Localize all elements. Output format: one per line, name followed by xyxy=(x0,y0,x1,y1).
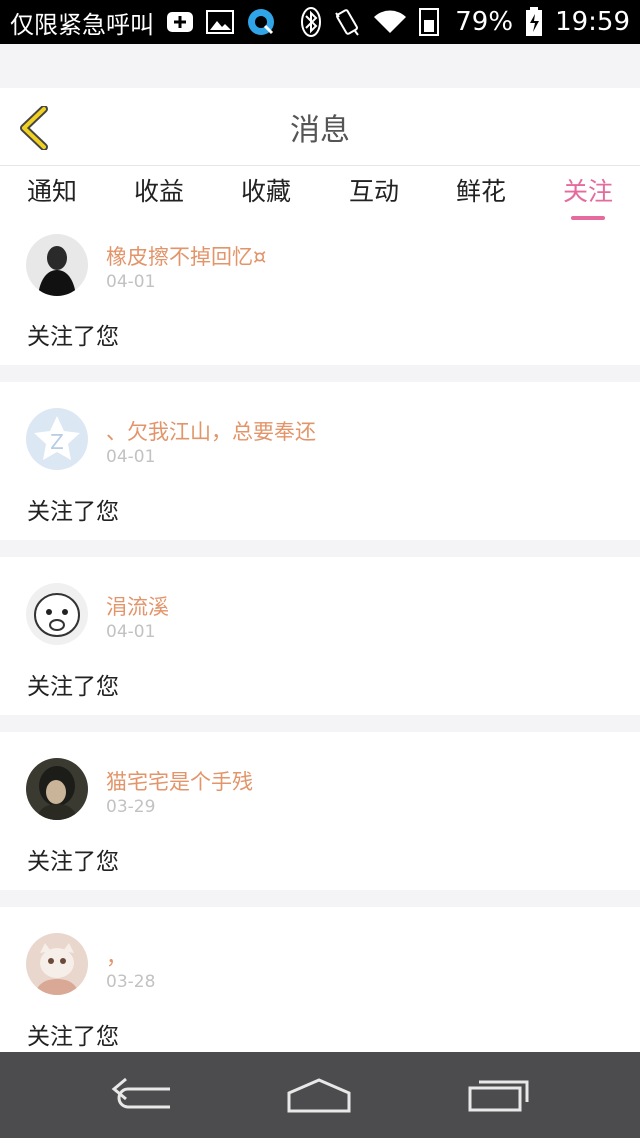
app-notification-icon xyxy=(246,7,276,37)
tab-label: 收藏 xyxy=(240,177,291,206)
message-text: 关注了您 xyxy=(27,499,119,525)
tab-notifications[interactable]: 通知 xyxy=(24,166,80,226)
battery-icon xyxy=(525,7,543,37)
list-item[interactable]: Z 、欠我江山，总要奉还 04-01 关注了您 xyxy=(0,382,640,540)
image-notification-icon xyxy=(206,10,234,34)
message-date: 04-01 xyxy=(106,622,156,642)
message-date: 03-28 xyxy=(106,972,156,992)
user-name[interactable]: ， xyxy=(106,941,127,971)
battery-percent: 79% xyxy=(455,7,514,37)
tab-favorites[interactable]: 收藏 xyxy=(238,166,294,226)
message-date: 04-01 xyxy=(106,447,156,467)
system-nav-bar xyxy=(0,1052,640,1138)
tab-label: 鲜花 xyxy=(455,177,506,206)
tab-interactions[interactable]: 互动 xyxy=(346,166,402,226)
back-icon xyxy=(111,1077,170,1109)
top-spacer xyxy=(0,44,640,88)
clock: 19:59 xyxy=(555,7,630,37)
user-name[interactable]: 猫宅宅是个手残 xyxy=(106,766,253,796)
tab-label: 收益 xyxy=(133,177,184,206)
home-icon xyxy=(287,1078,351,1113)
user-name[interactable]: 、欠我江山，总要奉还 xyxy=(106,416,316,446)
message-text: 关注了您 xyxy=(27,849,119,875)
tab-flowers[interactable]: 鲜花 xyxy=(453,166,509,226)
page-title: 消息 xyxy=(290,112,350,148)
user-name[interactable]: 涓流溪 xyxy=(106,591,169,621)
active-tab-indicator xyxy=(571,216,605,220)
nav-recents-button[interactable] xyxy=(464,1072,534,1118)
list-item[interactable]: 橡皮擦不掉回忆¤ 04-01 关注了您 xyxy=(0,226,640,365)
tab-label: 通知 xyxy=(26,177,77,206)
title-bar: 消息 xyxy=(0,88,640,166)
message-text: 关注了您 xyxy=(27,1024,119,1050)
message-text: 关注了您 xyxy=(27,324,119,350)
tab-label: 互动 xyxy=(348,177,399,206)
avatar[interactable] xyxy=(26,933,88,995)
message-date: 04-01 xyxy=(106,272,156,292)
recents-icon xyxy=(468,1080,529,1112)
avatar[interactable] xyxy=(26,583,88,645)
avatar[interactable] xyxy=(26,234,88,296)
svg-text:Z: Z xyxy=(50,430,64,454)
avatar[interactable]: Z xyxy=(26,408,88,470)
add-notification-icon xyxy=(166,11,194,33)
message-text: 关注了您 xyxy=(27,674,119,700)
wifi-icon xyxy=(373,9,407,35)
tab-follows[interactable]: 关注 xyxy=(560,166,616,226)
tab-earnings[interactable]: 收益 xyxy=(131,166,187,226)
user-name[interactable]: 橡皮擦不掉回忆¤ xyxy=(106,241,266,271)
chevron-left-icon xyxy=(20,106,48,150)
sim-icon xyxy=(419,8,443,36)
carrier-label: 仅限紧急呼叫 xyxy=(10,10,154,39)
vibrate-icon xyxy=(333,7,361,37)
tab-label: 关注 xyxy=(562,177,613,206)
list-item[interactable]: 涓流溪 04-01 关注了您 xyxy=(0,557,640,715)
tab-bar: 通知 收益 收藏 互动 鲜花 关注 xyxy=(0,166,640,226)
bluetooth-icon xyxy=(301,7,322,37)
back-button[interactable] xyxy=(14,106,54,150)
list-item[interactable]: ， 03-28 关注了您 xyxy=(0,907,640,1052)
nav-back-button[interactable] xyxy=(107,1072,177,1118)
avatar[interactable] xyxy=(26,758,88,820)
message-date: 03-29 xyxy=(106,797,156,817)
nav-home-button[interactable] xyxy=(284,1072,354,1118)
list-item[interactable]: 猫宅宅是个手残 03-29 关注了您 xyxy=(0,732,640,890)
status-bar: 仅限紧急呼叫 79% 19:59 xyxy=(0,0,640,44)
